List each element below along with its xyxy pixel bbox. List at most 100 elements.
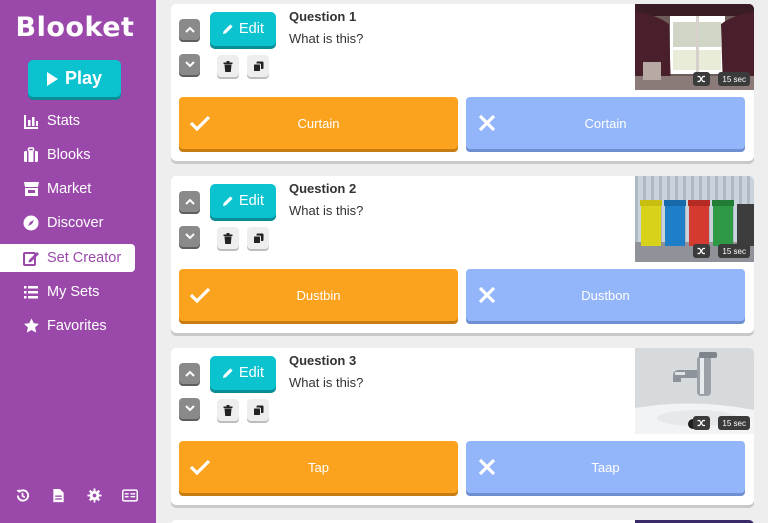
time-badge: 15 sec	[718, 72, 750, 86]
question-card: Edit Question 1 What is this? 15 sec Cur…	[171, 4, 754, 161]
question-title: Question 2	[289, 181, 357, 196]
bottom-toolbar	[14, 487, 138, 503]
chart-icon	[22, 112, 40, 130]
copy-icon	[252, 61, 263, 72]
check-icon	[189, 287, 211, 304]
sidebar-item-market[interactable]: Market	[0, 175, 135, 203]
duplicate-button[interactable]	[247, 55, 269, 77]
sidebar-item-stats[interactable]: Stats	[0, 107, 135, 135]
shuffle-icon	[693, 72, 710, 86]
move-up-button[interactable]	[179, 19, 200, 40]
question-text: What is this?	[289, 375, 364, 390]
play-button[interactable]: Play	[28, 60, 121, 97]
sidebar-item-discover[interactable]: Discover	[0, 209, 135, 237]
wrong-answer[interactable]: Taap	[466, 441, 745, 493]
trash-icon	[223, 404, 233, 416]
chevron-up-icon	[184, 198, 195, 205]
chevron-down-icon	[184, 61, 195, 68]
edit-icon	[22, 249, 40, 267]
list-icon	[22, 283, 40, 301]
x-icon	[478, 114, 496, 132]
shuffle-icon	[693, 416, 710, 430]
answer-text: Dustbin	[296, 287, 341, 303]
sidebar-item-my-sets[interactable]: My Sets	[0, 278, 135, 306]
delete-button[interactable]	[217, 399, 239, 421]
sidebar-item-label: Favorites	[47, 318, 107, 334]
check-icon	[189, 115, 211, 132]
sidebar-item-favorites[interactable]: Favorites	[0, 312, 135, 340]
star-icon	[22, 317, 40, 335]
pencil-icon	[223, 196, 233, 206]
check-icon	[189, 459, 211, 476]
sidebar-item-label: Market	[47, 181, 92, 197]
document-icon[interactable]	[50, 487, 66, 503]
edit-button[interactable]: Edit	[210, 12, 276, 46]
question-card: Edit Question 3 What is this? 15 sec Tap…	[171, 348, 754, 505]
edit-button[interactable]: Edit	[210, 184, 276, 218]
move-down-button[interactable]	[179, 54, 200, 75]
trash-icon	[223, 60, 233, 72]
sidebar-item-label: Set Creator	[47, 250, 122, 266]
chevron-down-icon	[184, 405, 195, 412]
blooket-logo[interactable]: Blooket	[0, 12, 150, 43]
shuffle-icon	[693, 244, 710, 258]
sidebar-item-blooks[interactable]: Blooks	[0, 141, 135, 169]
copy-icon	[252, 233, 263, 244]
trash-icon	[223, 232, 233, 244]
correct-answer[interactable]: Curtain	[179, 97, 458, 149]
answer-text: Curtain	[297, 115, 340, 131]
sidebar-item-label: My Sets	[47, 284, 100, 300]
wrong-answer[interactable]: Cortain	[466, 97, 745, 149]
edit-button[interactable]: Edit	[210, 356, 276, 390]
question-text: What is this?	[289, 203, 364, 218]
sidebar-item-label: Blooks	[47, 147, 91, 163]
edit-label: Edit	[239, 21, 264, 37]
pencil-icon	[223, 368, 233, 378]
answer-text: Tap	[308, 459, 329, 475]
question-image[interactable]: 15 sec	[635, 176, 754, 262]
delete-button[interactable]	[217, 55, 239, 77]
time-badge: 15 sec	[718, 244, 750, 258]
sidebar: Blooket Play Stats Blooks Market Discove…	[0, 0, 156, 523]
time-badge: 15 sec	[718, 416, 750, 430]
x-icon	[478, 458, 496, 476]
delete-button[interactable]	[217, 227, 239, 249]
copy-icon	[252, 405, 263, 416]
history-icon[interactable]	[14, 487, 30, 503]
correct-answer[interactable]: Dustbin	[179, 269, 458, 321]
question-image[interactable]: 15 sec	[635, 348, 754, 434]
move-down-button[interactable]	[179, 398, 200, 419]
answer-text: Dustbon	[581, 287, 630, 303]
chevron-down-icon	[184, 233, 195, 240]
compass-icon	[22, 214, 40, 232]
play-icon	[46, 71, 58, 86]
question-title: Question 1	[289, 9, 357, 24]
store-icon	[22, 180, 40, 198]
move-down-button[interactable]	[179, 226, 200, 247]
sidebar-item-set-creator[interactable]: Set Creator	[0, 244, 135, 272]
answer-text: Cortain	[584, 115, 627, 131]
question-card: Edit Question 2 What is this? 15 sec Dus…	[171, 176, 754, 333]
wrong-answer[interactable]: Dustbon	[466, 269, 745, 321]
edit-label: Edit	[239, 365, 264, 381]
sidebar-item-label: Stats	[47, 113, 81, 129]
pencil-icon	[223, 24, 233, 34]
duplicate-button[interactable]	[247, 227, 269, 249]
gear-icon[interactable]	[86, 487, 102, 503]
sidebar-item-label: Discover	[47, 215, 104, 231]
edit-label: Edit	[239, 193, 264, 209]
duplicate-button[interactable]	[247, 399, 269, 421]
answer-text: Taap	[591, 459, 620, 475]
move-up-button[interactable]	[179, 191, 200, 212]
chevron-up-icon	[184, 26, 195, 33]
briefcase-icon	[22, 146, 40, 164]
id-card-icon[interactable]	[122, 487, 138, 503]
correct-answer[interactable]: Tap	[179, 441, 458, 493]
chevron-up-icon	[184, 370, 195, 377]
question-title: Question 3	[289, 353, 357, 368]
move-up-button[interactable]	[179, 363, 200, 384]
question-text: What is this?	[289, 31, 364, 46]
play-label: Play	[64, 68, 103, 88]
x-icon	[478, 286, 496, 304]
question-image[interactable]: 15 sec	[635, 4, 754, 90]
